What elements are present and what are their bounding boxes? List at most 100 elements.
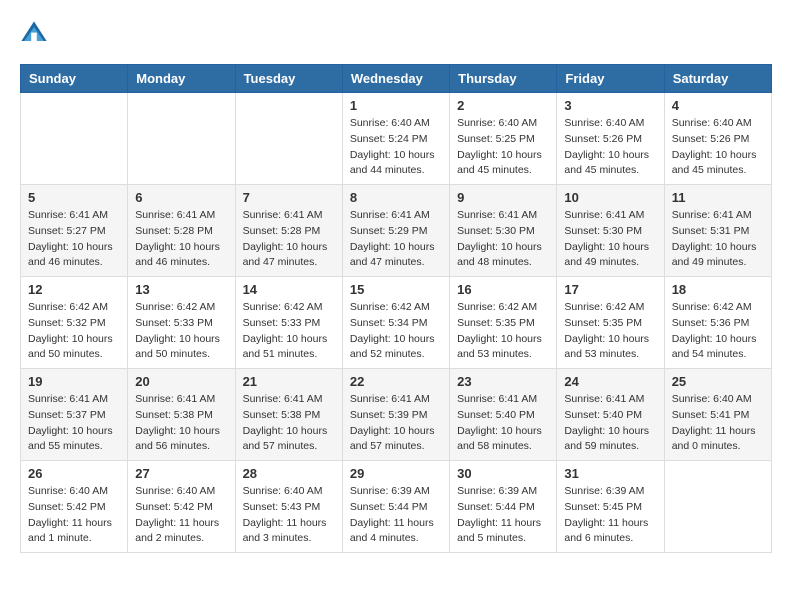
day-number: 6 <box>135 190 227 205</box>
calendar-cell: 25 Sunrise: 6:40 AM Sunset: 5:41 PM Dayli… <box>664 369 771 461</box>
day-info: Sunrise: 6:40 AM Sunset: 5:41 PM Dayligh… <box>672 392 764 455</box>
day-info: Sunrise: 6:40 AM Sunset: 5:42 PM Dayligh… <box>28 484 120 547</box>
calendar-cell <box>235 93 342 185</box>
day-info: Sunrise: 6:41 AM Sunset: 5:38 PM Dayligh… <box>243 392 335 455</box>
calendar-cell: 17Sunrise: 6:42 AM Sunset: 5:35 PM Dayli… <box>557 277 664 369</box>
calendar-cell: 31 Sunrise: 6:39 AM Sunset: 5:45 PM Dayli… <box>557 461 664 553</box>
calendar-cell: 24 Sunrise: 6:41 AM Sunset: 5:40 PM Dayli… <box>557 369 664 461</box>
day-info: Sunrise: 6:39 AM Sunset: 5:45 PM Dayligh… <box>564 484 656 547</box>
day-header-tuesday: Tuesday <box>235 65 342 93</box>
page-header <box>20 20 772 48</box>
calendar-cell: 26 Sunrise: 6:40 AM Sunset: 5:42 PM Dayli… <box>21 461 128 553</box>
day-number: 23 <box>457 374 549 389</box>
calendar-cell: 10 Sunrise: 6:41 AM Sunset: 5:30 PM Dayli… <box>557 185 664 277</box>
day-number: 24 <box>564 374 656 389</box>
day-number: 13 <box>135 282 227 297</box>
day-info: Sunrise: 6:42 AM Sunset: 5:35 PM Dayligh… <box>457 300 549 363</box>
day-info: Sunrise: 6:41 AM Sunset: 5:29 PM Dayligh… <box>350 208 442 271</box>
day-number: 15 <box>350 282 442 297</box>
day-info: Sunrise: 6:41 AM Sunset: 5:40 PM Dayligh… <box>564 392 656 455</box>
day-info: Sunrise: 6:40 AM Sunset: 5:26 PM Dayligh… <box>564 116 656 179</box>
calendar-cell: 13 Sunrise: 6:42 AM Sunset: 5:33 PM Dayli… <box>128 277 235 369</box>
day-number: 16 <box>457 282 549 297</box>
day-number: 10 <box>564 190 656 205</box>
day-number: 21 <box>243 374 335 389</box>
day-number: 1 <box>350 98 442 113</box>
day-info: Sunrise: 6:41 AM Sunset: 5:30 PM Dayligh… <box>564 208 656 271</box>
day-header-sunday: Sunday <box>21 65 128 93</box>
calendar-cell: 15 Sunrise: 6:42 AM Sunset: 5:34 PM Dayli… <box>342 277 449 369</box>
calendar-cell <box>664 461 771 553</box>
calendar-cell: 16 Sunrise: 6:42 AM Sunset: 5:35 PM Dayli… <box>450 277 557 369</box>
day-info: Sunrise: 6:42 AM Sunset: 5:32 PM Dayligh… <box>28 300 120 363</box>
calendar-cell: 11 Sunrise: 6:41 AM Sunset: 5:31 PM Dayli… <box>664 185 771 277</box>
day-info: Sunrise: 6:41 AM Sunset: 5:40 PM Dayligh… <box>457 392 549 455</box>
day-header-monday: Monday <box>128 65 235 93</box>
day-info: Sunrise: 6:41 AM Sunset: 5:37 PM Dayligh… <box>28 392 120 455</box>
day-info: Sunrise: 6:42 AM Sunset: 5:34 PM Dayligh… <box>350 300 442 363</box>
calendar-cell <box>21 93 128 185</box>
day-header-thursday: Thursday <box>450 65 557 93</box>
day-header-wednesday: Wednesday <box>342 65 449 93</box>
calendar-cell <box>128 93 235 185</box>
day-info: Sunrise: 6:40 AM Sunset: 5:25 PM Dayligh… <box>457 116 549 179</box>
day-number: 17 <box>564 282 656 297</box>
day-info: Sunrise: 6:41 AM Sunset: 5:31 PM Dayligh… <box>672 208 764 271</box>
day-info: Sunrise: 6:41 AM Sunset: 5:38 PM Dayligh… <box>135 392 227 455</box>
day-info: Sunrise: 6:41 AM Sunset: 5:28 PM Dayligh… <box>135 208 227 271</box>
day-info: Sunrise: 6:42 AM Sunset: 5:36 PM Dayligh… <box>672 300 764 363</box>
calendar-cell: 8 Sunrise: 6:41 AM Sunset: 5:29 PM Daylig… <box>342 185 449 277</box>
calendar-cell: 3Sunrise: 6:40 AM Sunset: 5:26 PM Daylig… <box>557 93 664 185</box>
calendar-cell: 5Sunrise: 6:41 AM Sunset: 5:27 PM Daylig… <box>21 185 128 277</box>
day-info: Sunrise: 6:40 AM Sunset: 5:26 PM Dayligh… <box>672 116 764 179</box>
calendar-week-row: 12 Sunrise: 6:42 AM Sunset: 5:32 PM Dayli… <box>21 277 772 369</box>
day-info: Sunrise: 6:41 AM Sunset: 5:27 PM Dayligh… <box>28 208 120 271</box>
calendar-cell: 22 Sunrise: 6:41 AM Sunset: 5:39 PM Dayli… <box>342 369 449 461</box>
calendar-cell: 2 Sunrise: 6:40 AM Sunset: 5:25 PM Daylig… <box>450 93 557 185</box>
day-number: 20 <box>135 374 227 389</box>
day-info: Sunrise: 6:42 AM Sunset: 5:33 PM Dayligh… <box>135 300 227 363</box>
day-info: Sunrise: 6:39 AM Sunset: 5:44 PM Dayligh… <box>457 484 549 547</box>
calendar-cell: 23 Sunrise: 6:41 AM Sunset: 5:40 PM Dayli… <box>450 369 557 461</box>
day-number: 31 <box>564 466 656 481</box>
day-info: Sunrise: 6:39 AM Sunset: 5:44 PM Dayligh… <box>350 484 442 547</box>
calendar-cell: 12 Sunrise: 6:42 AM Sunset: 5:32 PM Dayli… <box>21 277 128 369</box>
day-number: 26 <box>28 466 120 481</box>
day-number: 4 <box>672 98 764 113</box>
day-info: Sunrise: 6:40 AM Sunset: 5:24 PM Dayligh… <box>350 116 442 179</box>
calendar-week-row: 26 Sunrise: 6:40 AM Sunset: 5:42 PM Dayli… <box>21 461 772 553</box>
calendar-week-row: 19 Sunrise: 6:41 AM Sunset: 5:37 PM Dayli… <box>21 369 772 461</box>
calendar-cell: 20 Sunrise: 6:41 AM Sunset: 5:38 PM Dayli… <box>128 369 235 461</box>
calendar-cell: 7Sunrise: 6:41 AM Sunset: 5:28 PM Daylig… <box>235 185 342 277</box>
day-number: 25 <box>672 374 764 389</box>
day-info: Sunrise: 6:41 AM Sunset: 5:30 PM Dayligh… <box>457 208 549 271</box>
calendar-cell: 9Sunrise: 6:41 AM Sunset: 5:30 PM Daylig… <box>450 185 557 277</box>
calendar-cell: 19 Sunrise: 6:41 AM Sunset: 5:37 PM Dayli… <box>21 369 128 461</box>
day-number: 11 <box>672 190 764 205</box>
calendar-cell: 1 Sunrise: 6:40 AM Sunset: 5:24 PM Daylig… <box>342 93 449 185</box>
calendar-cell: 27Sunrise: 6:40 AM Sunset: 5:42 PM Dayli… <box>128 461 235 553</box>
day-number: 27 <box>135 466 227 481</box>
day-number: 22 <box>350 374 442 389</box>
calendar-week-row: 1 Sunrise: 6:40 AM Sunset: 5:24 PM Daylig… <box>21 93 772 185</box>
day-info: Sunrise: 6:41 AM Sunset: 5:39 PM Dayligh… <box>350 392 442 455</box>
calendar-cell: 21 Sunrise: 6:41 AM Sunset: 5:38 PM Dayli… <box>235 369 342 461</box>
day-number: 14 <box>243 282 335 297</box>
day-info: Sunrise: 6:42 AM Sunset: 5:33 PM Dayligh… <box>243 300 335 363</box>
day-header-friday: Friday <box>557 65 664 93</box>
calendar-cell: 4 Sunrise: 6:40 AM Sunset: 5:26 PM Daylig… <box>664 93 771 185</box>
calendar-cell: 14 Sunrise: 6:42 AM Sunset: 5:33 PM Dayli… <box>235 277 342 369</box>
logo <box>20 20 52 48</box>
day-info: Sunrise: 6:41 AM Sunset: 5:28 PM Dayligh… <box>243 208 335 271</box>
logo-icon <box>20 20 48 48</box>
day-number: 12 <box>28 282 120 297</box>
day-number: 8 <box>350 190 442 205</box>
day-number: 30 <box>457 466 549 481</box>
day-header-saturday: Saturday <box>664 65 771 93</box>
calendar: SundayMondayTuesdayWednesdayThursdayFrid… <box>20 64 772 553</box>
day-number: 2 <box>457 98 549 113</box>
day-number: 19 <box>28 374 120 389</box>
day-number: 29 <box>350 466 442 481</box>
day-info: Sunrise: 6:40 AM Sunset: 5:43 PM Dayligh… <box>243 484 335 547</box>
calendar-cell: 29 Sunrise: 6:39 AM Sunset: 5:44 PM Dayli… <box>342 461 449 553</box>
